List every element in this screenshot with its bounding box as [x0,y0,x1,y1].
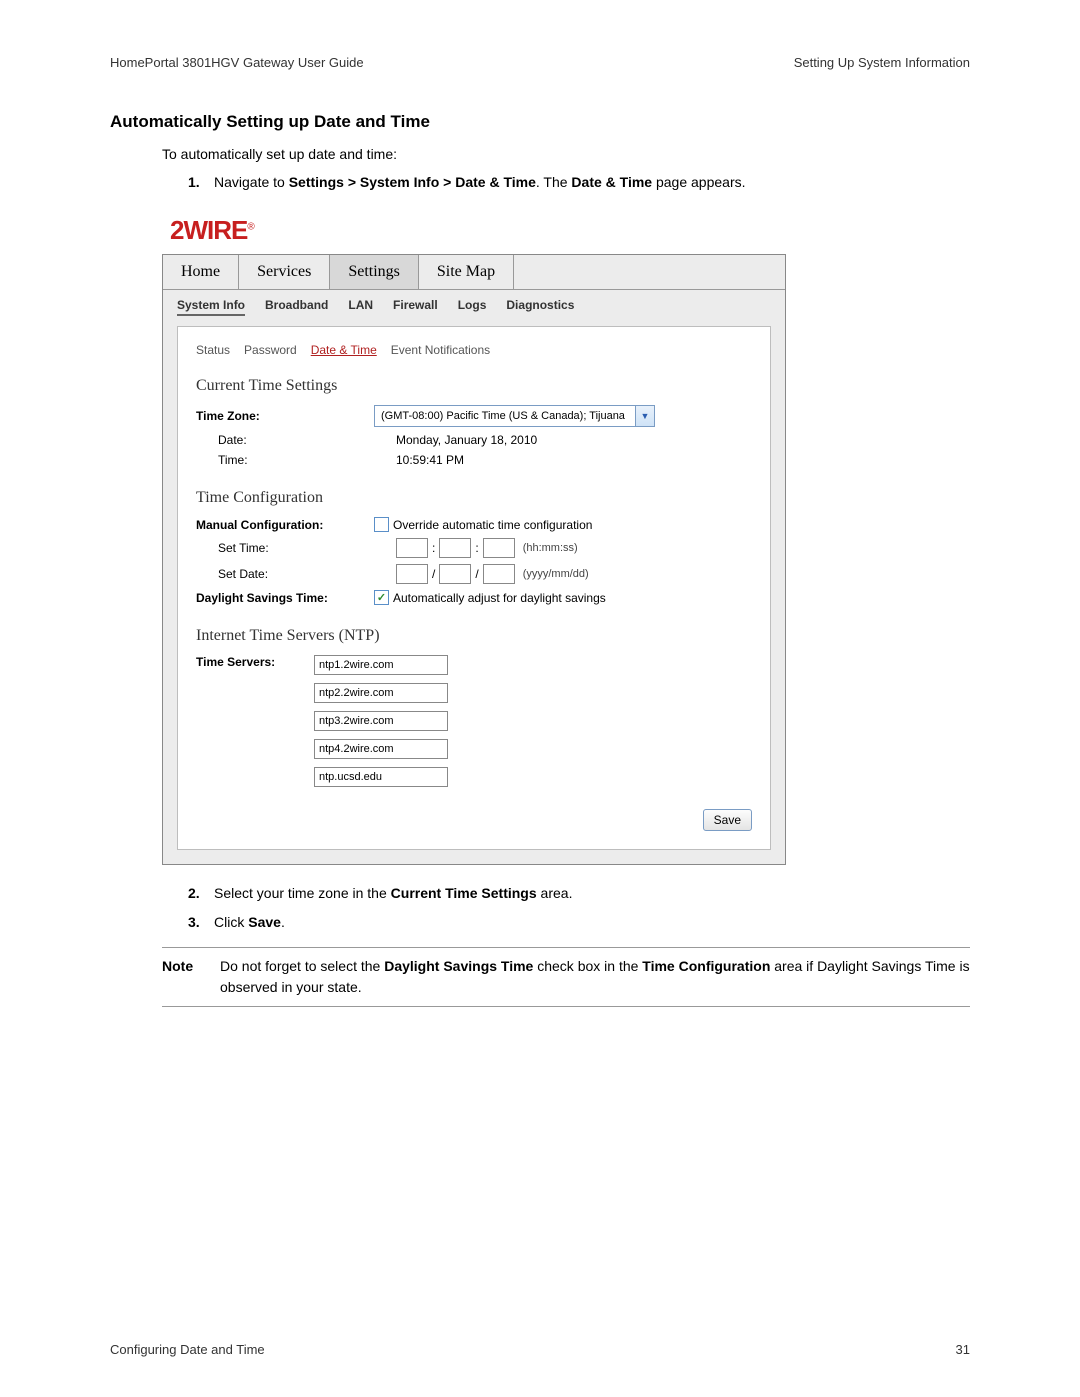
tz-value: (GMT-08:00) Pacific Time (US & Canada); … [375,410,635,422]
time-label: Time: [196,453,396,467]
step2-num: 2. [188,883,214,904]
main-tab-bar: Home Services Settings Site Map [163,255,785,290]
slash2: / [475,567,478,581]
tab-services[interactable]: Services [239,255,330,289]
dst-text: Automatically adjust for daylight saving… [393,591,606,605]
header-right: Setting Up System Information [794,55,970,70]
ntp-input-1[interactable] [314,655,448,675]
header-left: HomePortal 3801HGV Gateway User Guide [110,55,364,70]
tab-sitemap[interactable]: Site Map [419,255,514,289]
note-text: Do not forget to select the Daylight Sav… [220,956,970,998]
time-hint: (hh:mm:ss) [523,542,578,554]
date-yyyy-input[interactable] [396,564,428,584]
ttab-status[interactable]: Status [196,343,230,357]
ntp-input-4[interactable] [314,739,448,759]
tab-home[interactable]: Home [163,255,239,289]
date-hint: (yyyy/mm/dd) [523,568,589,580]
ntp-input-5[interactable] [314,767,448,787]
ttab-password[interactable]: Password [244,343,297,357]
step1-text: Navigate to Settings > System Info > Dat… [214,172,746,193]
footer-page-number: 31 [956,1342,970,1357]
colon1: : [432,541,435,555]
brand-logo: 2WIRE® [162,211,786,254]
step1-num: 1. [188,172,214,193]
step3-num: 3. [188,912,214,933]
date-value: Monday, January 18, 2010 [396,433,537,447]
ntp-heading: Internet Time Servers (NTP) [196,627,752,645]
current-time-heading: Current Time Settings [196,377,752,395]
save-button[interactable]: Save [703,809,752,831]
set-date-label: Set Date: [196,567,396,581]
subtab-logs[interactable]: Logs [458,296,487,316]
slash1: / [432,567,435,581]
router-ui-screenshot: 2WIRE® Home Services Settings Site Map S… [162,211,786,865]
date-dd-input[interactable] [483,564,515,584]
subtab-diagnostics[interactable]: Diagnostics [506,296,574,316]
manual-config-label: Manual Configuration: [196,518,374,532]
ntp-input-2[interactable] [314,683,448,703]
sub-tab-bar: System Info Broadband LAN Firewall Logs … [163,290,785,326]
tz-select[interactable]: (GMT-08:00) Pacific Time (US & Canada); … [374,405,655,427]
ntp-input-3[interactable] [314,711,448,731]
tab-settings[interactable]: Settings [330,255,419,289]
subtab-system-info[interactable]: System Info [177,296,245,316]
time-ss-input[interactable] [483,538,515,558]
dst-checkbox[interactable]: ✓ [374,590,389,605]
time-hh-input[interactable] [396,538,428,558]
step2-text: Select your time zone in the Current Tim… [214,883,572,904]
time-config-heading: Time Configuration [196,489,752,507]
date-label: Date: [196,433,396,447]
tertiary-tab-bar: Status Password Date & Time Event Notifi… [196,343,752,357]
time-value: 10:59:41 PM [396,453,464,467]
time-mm-input[interactable] [439,538,471,558]
ttab-date-time[interactable]: Date & Time [311,343,377,357]
override-text: Override automatic time configuration [393,518,592,532]
subtab-firewall[interactable]: Firewall [393,296,438,316]
subtab-broadband[interactable]: Broadband [265,296,328,316]
chevron-down-icon: ▼ [635,406,654,426]
subtab-lan[interactable]: LAN [348,296,373,316]
step3-text: Click Save. [214,912,285,933]
colon2: : [475,541,478,555]
section-title: Automatically Setting up Date and Time [110,112,970,132]
date-mm-input[interactable] [439,564,471,584]
tz-label: Time Zone: [196,409,374,423]
footer-left: Configuring Date and Time [110,1342,265,1357]
ttab-event-notifications[interactable]: Event Notifications [391,343,490,357]
note-label: Note [162,956,220,998]
override-checkbox[interactable] [374,517,389,532]
dst-label: Daylight Savings Time: [196,591,374,605]
intro-text: To automatically set up date and time: [162,146,970,162]
ntp-label: Time Servers: [196,655,314,669]
set-time-label: Set Time: [196,541,396,555]
